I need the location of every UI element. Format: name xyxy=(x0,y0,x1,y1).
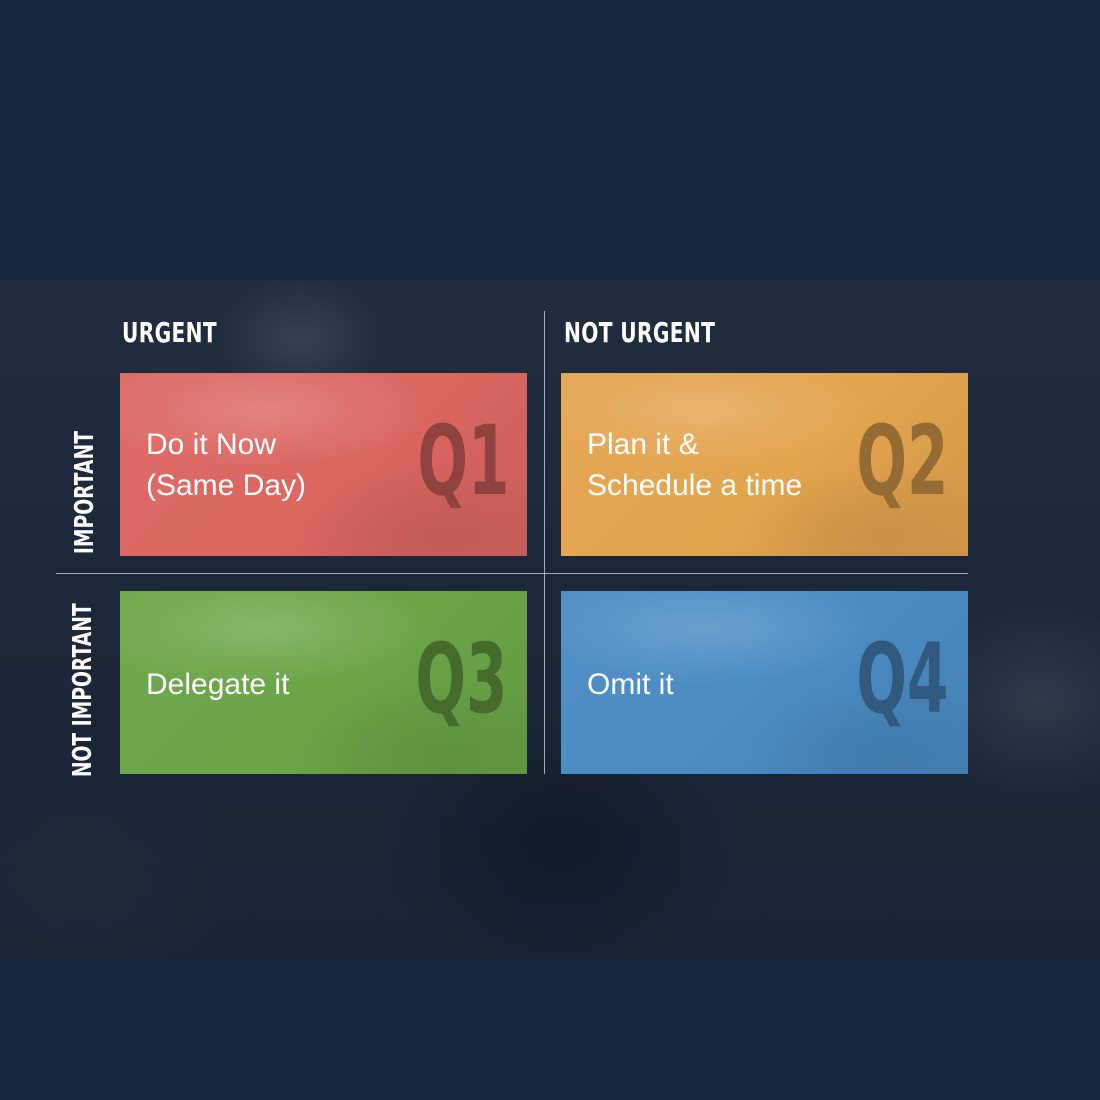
quadrant-q2-text: Plan it & Schedule a time xyxy=(587,428,803,502)
column-header-not-urgent: NOT URGENT xyxy=(564,316,716,349)
column-header-urgent: URGENT xyxy=(122,316,218,349)
quadrant-q2-label: Q2 xyxy=(855,405,948,517)
quadrant-q1: Do it Now (Same Day) Q1 xyxy=(120,373,527,556)
quadrant-q4-text: Omit it xyxy=(587,668,674,701)
vertical-divider xyxy=(544,311,545,774)
row-header-not-important-label: NOT IMPORTANT xyxy=(68,603,98,777)
horizontal-divider xyxy=(56,573,968,574)
quadrant-q3: Delegate it Q3 xyxy=(120,591,527,774)
row-header-important-label: IMPORTANT xyxy=(70,431,100,555)
quadrant-q2: Plan it & Schedule a time Q2 xyxy=(561,373,968,556)
quadrant-q4: Omit it Q4 xyxy=(561,591,968,774)
quadrant-q4-label: Q4 xyxy=(855,623,948,735)
quadrant-q1-label: Q1 xyxy=(416,405,509,517)
row-header-not-important: NOT IMPORTANT xyxy=(68,555,98,825)
quadrant-q3-label: Q3 xyxy=(414,623,507,735)
quadrant-q3-text: Delegate it xyxy=(146,668,290,701)
quadrant-q1-text: Do it Now (Same Day) xyxy=(146,428,307,502)
